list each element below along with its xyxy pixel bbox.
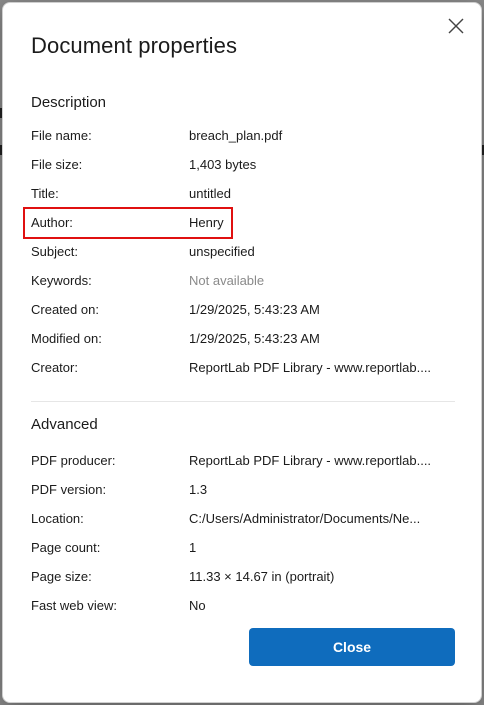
row-value: 1/29/2025, 5:43:23 AM [189,331,320,346]
row-label: Keywords: [31,273,92,288]
row-label: Fast web view: [31,598,117,613]
row-label: Title: [31,186,59,201]
row-creator: Creator: ReportLab PDF Library - www.rep… [31,358,461,380]
row-value: 1,403 bytes [189,157,257,172]
section-divider [31,401,455,402]
row-value: Not available [189,273,265,288]
row-label: Subject: [31,244,78,259]
row-value: 11.33 × 14.67 in (portrait) [189,569,335,584]
row-value: breach_plan.pdf [189,128,283,143]
row-value: 1/29/2025, 5:43:23 AM [189,302,320,317]
advanced-heading: Advanced [31,416,98,433]
row-pdf-version: PDF version: 1.3 [31,480,461,502]
row-value: unspecified [189,244,255,259]
row-author: Author: Henry [31,213,461,235]
document-properties-dialog: Document properties Description File nam… [2,2,482,703]
row-value: C:/Users/Administrator/Documents/Ne... [189,511,421,526]
row-value: 1 [189,540,197,555]
row-page-size: Page size: 11.33 × 14.67 in (portrait) [31,567,461,589]
dialog-title: Document properties [31,33,238,58]
row-label: File name: [31,128,92,143]
close-icon[interactable] [445,15,467,37]
row-subject: Subject: unspecified [31,242,461,264]
row-label: PDF version: [31,482,107,497]
row-value: ReportLab PDF Library - www.reportlab...… [189,360,432,375]
row-file-name: File name: breach_plan.pdf [31,126,461,148]
row-label: Creator: [31,360,78,375]
row-modified-on: Modified on: 1/29/2025, 5:43:23 AM [31,329,461,351]
row-file-size: File size: 1,403 bytes [31,155,461,177]
close-button[interactable]: Close [249,628,455,666]
row-fast-web-view: Fast web view: No [31,596,461,618]
row-location: Location: C:/Users/Administrator/Documen… [31,509,461,531]
row-value: Henry [189,215,224,230]
row-created-on: Created on: 1/29/2025, 5:43:23 AM [31,300,461,322]
row-value: No [189,598,206,613]
description-heading: Description [31,94,107,111]
row-pdf-producer: PDF producer: ReportLab PDF Library - ww… [31,451,461,473]
row-keywords: Keywords: Not available [31,271,461,293]
row-label: Modified on: [31,331,102,346]
row-label: PDF producer: [31,453,116,468]
row-label: Author: [31,215,73,230]
row-label: Location: [31,511,84,526]
row-page-count: Page count: 1 [31,538,461,560]
row-value: 1.3 [189,482,208,497]
row-title: Title: untitled [31,184,461,206]
row-value: ReportLab PDF Library - www.reportlab...… [189,453,432,468]
row-label: Page size: [31,569,92,584]
row-label: File size: [31,157,83,172]
row-label: Created on: [31,302,99,317]
row-value: untitled [189,186,231,201]
row-label: Page count: [31,540,101,555]
